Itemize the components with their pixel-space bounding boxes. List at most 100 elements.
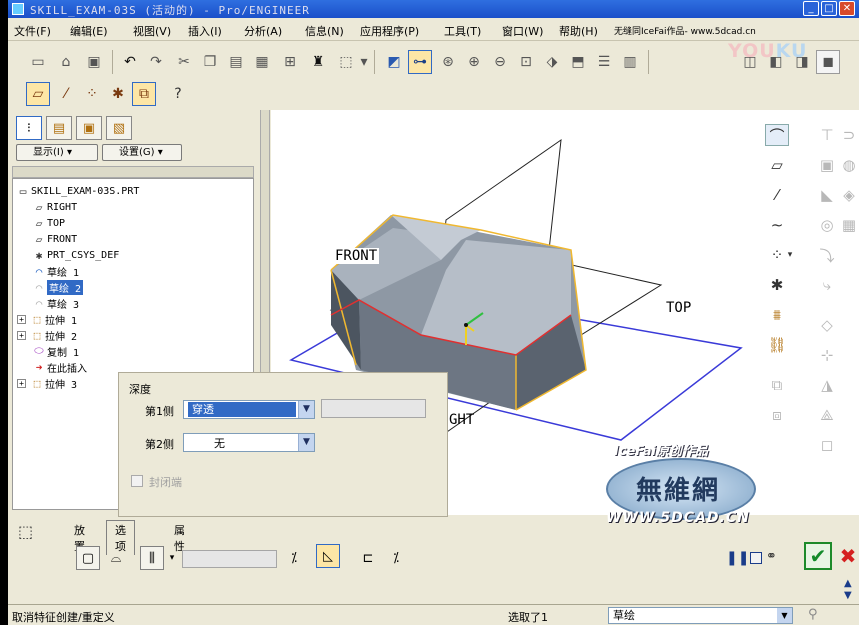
chevron-down-icon[interactable]: ▼ (298, 434, 314, 451)
menu-analysis[interactable]: 分析(A) (244, 23, 282, 39)
tree-row[interactable]: + ⬚ 拉伸 2 (17, 327, 77, 343)
sketch-view-icon[interactable]: ◩ (382, 50, 406, 74)
menu-insert[interactable]: 插入(I) (188, 23, 222, 39)
selection-box-icon[interactable]: ⬚ (334, 50, 358, 74)
scroll-up-icon[interactable]: ▲ (844, 578, 852, 589)
shading-icon[interactable]: ◼ (816, 50, 840, 74)
merge-tool-icon[interactable]: ◮ (815, 374, 839, 396)
expand-icon[interactable]: + (17, 330, 26, 340)
datum-plane-display-icon[interactable]: ▱ (26, 82, 50, 106)
menu-applications[interactable]: 应用程序(P) (360, 23, 419, 39)
sweep-tool-icon[interactable]: ▦ (837, 214, 859, 236)
minimize-button[interactable]: _ (803, 1, 819, 16)
analysis-tool-icon[interactable]: ⩩ (765, 304, 789, 326)
hole-tool-icon[interactable]: ⊤ (815, 124, 839, 146)
remove-material-icon[interactable]: ◺ (316, 544, 340, 568)
shell-tool-icon[interactable]: ⊃ (837, 124, 859, 146)
copy-icon[interactable]: ❐ (198, 50, 222, 74)
depth-value-input[interactable] (182, 550, 277, 568)
boundary-blend-icon[interactable]: ◇ (815, 314, 839, 336)
variable-sweep-icon[interactable]: ⤷ (815, 274, 839, 296)
flip-direction-icon[interactable]: ⁒ (282, 546, 306, 570)
tree-row[interactable]: ✱ PRT_CSYS_DEF (31, 247, 120, 263)
maximize-button[interactable]: □ (821, 1, 837, 16)
expand-icon[interactable]: + (17, 314, 26, 324)
menu-window[interactable]: 窗口(W) (502, 23, 543, 39)
menu-help[interactable]: 帮助(H) (559, 23, 598, 39)
side2-select[interactable]: 无 ▼ (183, 433, 315, 452)
connections-tab-icon[interactable]: ▧ (106, 116, 132, 140)
trim-tool-icon[interactable]: ⟁ (815, 404, 839, 426)
axis-tool-icon[interactable]: ⁄ (765, 184, 789, 206)
datum-axis-display-icon[interactable]: ⁄ (54, 82, 78, 106)
open-folder-icon[interactable]: ⌂ (54, 50, 78, 74)
tree-row[interactable]: ⌒ 草绘 3 (31, 295, 79, 311)
thicken-flip-icon[interactable]: ⁒ (384, 546, 408, 570)
no-hidden-icon[interactable]: ◨ (790, 50, 814, 74)
datum-point-display-icon[interactable]: ⁘ (80, 82, 104, 106)
zoom-in-icon[interactable]: ⊕ (462, 50, 486, 74)
menu-info[interactable]: 信息(N) (305, 23, 344, 39)
surface-icon[interactable]: ⌓ (104, 546, 128, 570)
regenerate-icon[interactable]: ⊞ (278, 50, 302, 74)
side1-select[interactable]: 穿透 ▼ (183, 400, 315, 419)
paste-special-icon[interactable]: ▦ (250, 50, 274, 74)
saved-views-icon[interactable]: ⬒ (566, 50, 590, 74)
csys-display-icon[interactable]: ✱ (106, 82, 130, 106)
chain-tool-icon[interactable]: ⛓ (765, 334, 789, 356)
tree-row[interactable]: ⌒ 草绘 1 (31, 263, 79, 279)
folder-browser-tab-icon[interactable]: ▤ (46, 116, 72, 140)
tree-row[interactable]: + ⬚ 拉伸 3 (17, 375, 77, 391)
refit-icon[interactable]: ⊡ (514, 50, 538, 74)
mirror-tool-icon[interactable]: ⧉ (765, 374, 789, 396)
tree-row[interactable]: ⌒ 草绘 2 (31, 279, 84, 295)
view-manager-icon[interactable]: ▥ (618, 50, 642, 74)
model-tree-tab-icon[interactable]: ⁝ (16, 116, 42, 140)
chevron-down-icon[interactable]: ▾ (358, 50, 370, 74)
find-icon[interactable]: ♜ (306, 50, 330, 74)
tree-row[interactable]: ▭ SKILL_EXAM-03S.PRT (15, 183, 140, 199)
chevron-down-icon[interactable]: ▼ (298, 401, 314, 418)
layers-icon[interactable]: ☰ (592, 50, 616, 74)
save-icon[interactable]: ▣ (82, 50, 106, 74)
draft-tool-icon[interactable]: ◍ (837, 154, 859, 176)
csys-tool-icon[interactable]: ✱ (765, 274, 789, 296)
expand-icon[interactable]: + (17, 378, 26, 388)
close-button[interactable]: ✕ (839, 1, 855, 16)
selection-filter-dropdown[interactable]: 草绘 ▼ (608, 607, 793, 624)
smart-filter-icon[interactable]: ⚲ (808, 607, 818, 622)
wireframe-icon[interactable]: ◫ (738, 50, 762, 74)
rib-tool-icon[interactable]: ▣ (815, 154, 839, 176)
sketch-tool-icon[interactable]: ⌒ (765, 124, 789, 146)
redo-icon[interactable]: ↷ (144, 50, 168, 74)
menu-edit[interactable]: 编辑(E) (70, 23, 108, 39)
ok-button[interactable]: ✔ (804, 542, 832, 570)
pattern-tool-icon[interactable]: ⧈ (765, 404, 789, 426)
menu-view[interactable]: 视图(V) (133, 23, 171, 39)
reorient-icon[interactable]: ⬗ (540, 50, 564, 74)
tree-row[interactable]: ▱ FRONT (31, 231, 77, 247)
annotation-display-icon[interactable]: ⧉ (132, 82, 156, 106)
depth-option-icon[interactable]: ⫼ (140, 546, 164, 570)
orient-mode-icon[interactable]: ⊛ (436, 50, 460, 74)
style-tool-icon[interactable]: ⊹ (815, 344, 839, 366)
glasses-icon[interactable]: ⚭ (766, 549, 777, 564)
curve-tool-icon[interactable]: ∼ (765, 214, 789, 236)
menu-tools[interactable]: 工具(T) (444, 23, 481, 39)
paste-icon[interactable]: ▤ (224, 50, 248, 74)
solid-icon[interactable]: ▢ (76, 546, 100, 570)
favorites-tab-icon[interactable]: ▣ (76, 116, 102, 140)
settings-dropdown[interactable]: 设置(G) ▾ (102, 144, 182, 161)
menu-file[interactable]: 文件(F) (14, 23, 51, 39)
plane-tool-icon[interactable]: ▱ (765, 154, 789, 176)
undo-icon[interactable]: ↶ (118, 50, 142, 74)
chevron-down-icon[interactable]: ▼ (777, 608, 792, 623)
hidden-line-icon[interactable]: ◧ (764, 50, 788, 74)
cancel-button[interactable]: ✖ (836, 542, 859, 570)
tree-row[interactable]: ▱ RIGHT (31, 199, 77, 215)
blend-tool-icon[interactable]: ⤵ (815, 244, 839, 266)
revolve-tool-icon[interactable]: ◎ (815, 214, 839, 236)
tree-row[interactable]: + ⬚ 拉伸 1 (17, 311, 77, 327)
scroll-down-icon[interactable]: ▼ (844, 590, 852, 601)
tree-row[interactable]: ⬭ 复制 1 (31, 343, 79, 359)
